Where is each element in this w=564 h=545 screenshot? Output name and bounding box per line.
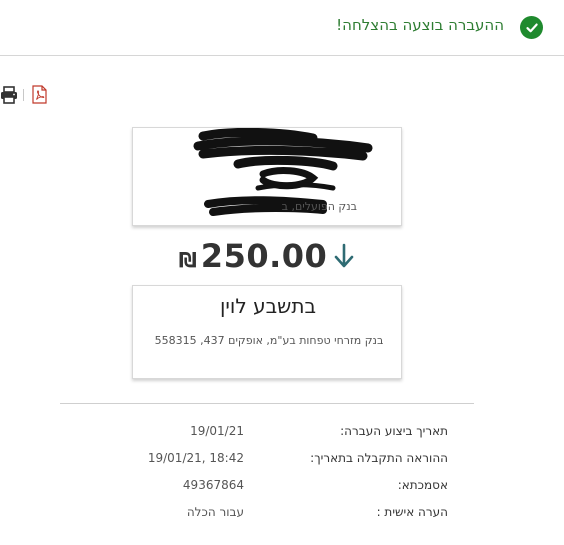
detail-value: עבור הכלה [186, 505, 244, 519]
detail-label: תאריך ביצוע העברה: [340, 424, 448, 438]
transfer-amount: ₪ 250.00 [132, 234, 402, 278]
from-bank-text: בנק הפועלים, ב [281, 200, 357, 213]
from-account-card: בנק הפועלים, ב [132, 127, 402, 226]
toolbar-separator [23, 89, 24, 101]
currency-symbol: ₪ [178, 248, 197, 272]
amount-value: 250.00 [200, 237, 328, 275]
pdf-icon[interactable] [32, 85, 47, 104]
divider [60, 403, 474, 404]
detail-row-execution-date: תאריך ביצוע העברה: 19/01/21 [0, 424, 564, 444]
detail-value: 19/01/21 [190, 424, 244, 438]
recipient-bank-address: בנק מזרחי טפחות בע"מ, אופקים 437, 558315 [154, 334, 384, 347]
check-circle-icon [520, 16, 543, 39]
to-account-card: בתשבע לוין בנק מזרחי טפחות בע"מ, אופקים … [132, 285, 402, 379]
detail-row-reference: אסמכתא: 49367864 [0, 478, 564, 498]
detail-row-personal-note: הערה אישית : עבור הכלה [0, 505, 564, 525]
detail-value: 18:42 ,19/01/21 [147, 451, 244, 465]
arrow-down-icon [334, 243, 354, 268]
status-bar: ההעברה בוצעה בהצלחה! [0, 0, 564, 56]
print-icon[interactable] [0, 86, 18, 104]
detail-label: אסמכתא: [397, 478, 448, 492]
detail-label: ההוראה התקבלה בתאריך: [310, 451, 448, 465]
detail-row-received-date: ההוראה התקבלה בתאריך: 18:42 ,19/01/21 [0, 451, 564, 471]
detail-value: 49367864 [182, 478, 244, 492]
detail-label: הערה אישית : [376, 505, 448, 519]
recipient-name: בתשבע לוין [219, 294, 317, 318]
success-message: ההעברה בוצעה בהצלחה! [336, 16, 504, 34]
